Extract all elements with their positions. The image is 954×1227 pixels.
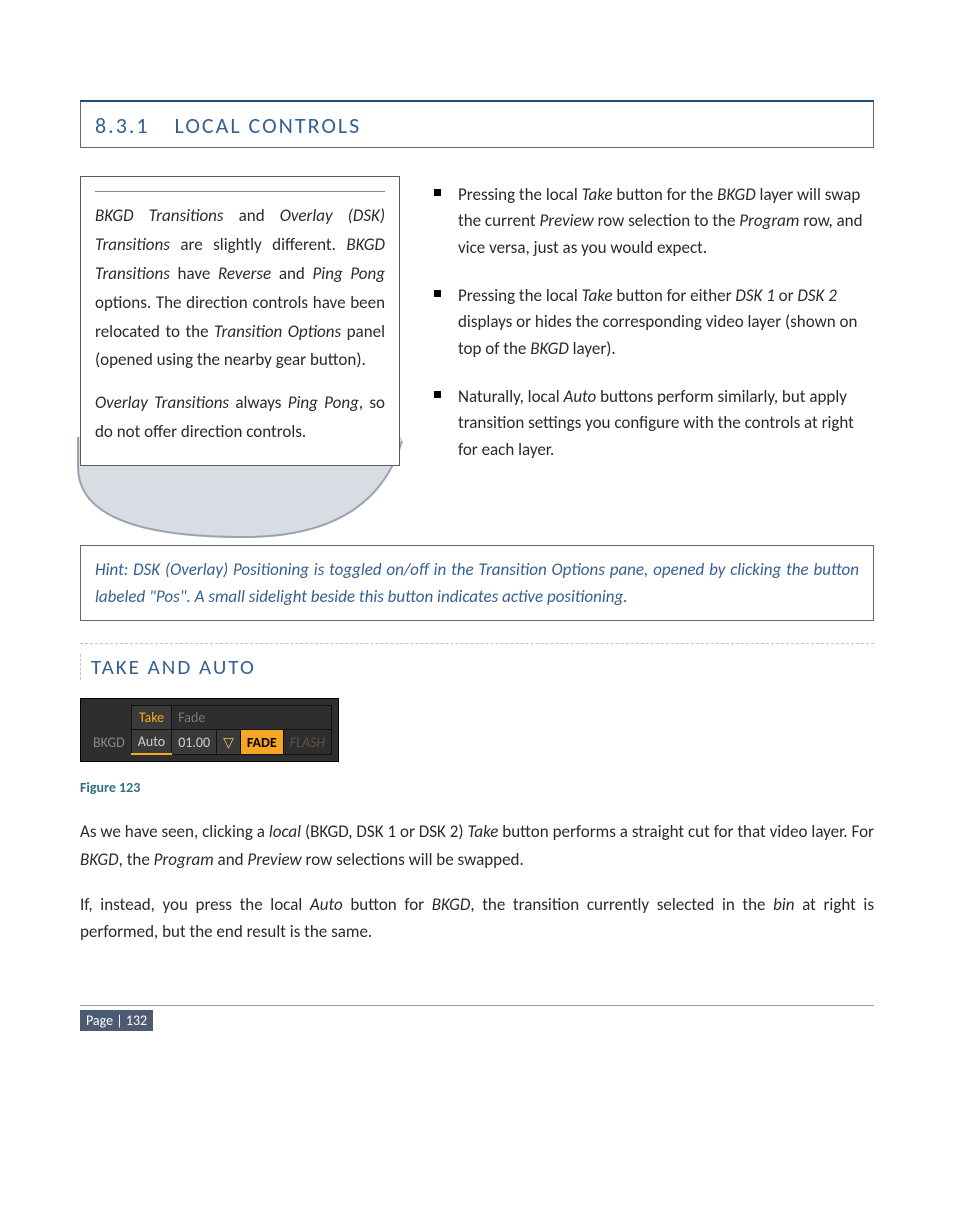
- subheading-region: TAKE AND AUTO: [80, 643, 874, 680]
- figure-ui: Take Fade BKGD Auto 01.00 ▽ FADE FLASH: [80, 698, 339, 762]
- callout-p1: BKGD Transitions and Overlay (DSK) Trans…: [95, 202, 385, 375]
- bullet-item: Pressing the local Take button for eithe…: [428, 283, 874, 362]
- bullet-list: Pressing the local Take button for the B…: [428, 182, 874, 463]
- fade-preset: FADE: [240, 730, 283, 755]
- subheading: TAKE AND AUTO: [80, 654, 874, 680]
- callout-rule: [95, 191, 385, 192]
- auto-button-label: Auto: [131, 730, 171, 755]
- hint-box: Hint: DSK (Overlay) Positioning is toggl…: [80, 545, 874, 621]
- table-row: Take Fade: [87, 706, 332, 730]
- two-column-layout: BKGD Transitions and Overlay (DSK) Trans…: [80, 176, 874, 485]
- section-number: 8.3.1: [95, 112, 150, 139]
- figure-cell-blank: [87, 706, 131, 730]
- body-paragraph: If, instead, you press the local Auto bu…: [80, 891, 874, 945]
- flash-preset: FLASH: [283, 730, 331, 755]
- page-number: Page | 132: [80, 1010, 153, 1031]
- bullet-list-region: Pressing the local Take button for the B…: [428, 176, 874, 485]
- body-paragraph: As we have seen, clicking a local (BKGD,…: [80, 818, 874, 872]
- bkgd-row-label: BKGD: [87, 730, 131, 755]
- fade-column-header: Fade: [172, 706, 332, 730]
- duration-value: 01.00: [172, 730, 217, 755]
- bullet-item: Pressing the local Take button for the B…: [428, 182, 874, 261]
- note-callout: BKGD Transitions and Overlay (DSK) Trans…: [80, 176, 400, 466]
- take-button-label: Take: [131, 706, 171, 730]
- bullet-item: Naturally, local Auto buttons perform si…: [428, 384, 874, 463]
- section-heading: 8.3.1 LOCAL CONTROLS: [80, 100, 874, 148]
- section-title: LOCAL CONTROLS: [175, 112, 362, 139]
- table-row: BKGD Auto 01.00 ▽ FADE FLASH: [87, 730, 332, 755]
- footer-rule: [80, 1005, 874, 1006]
- dropdown-icon: ▽: [217, 730, 241, 755]
- callout-p2: Overlay Transitions always Ping Pong, so…: [95, 389, 385, 447]
- figure-caption: Figure 123: [80, 779, 874, 796]
- figure-table: Take Fade BKGD Auto 01.00 ▽ FADE FLASH: [87, 705, 332, 755]
- callout-wrapper: BKGD Transitions and Overlay (DSK) Trans…: [80, 176, 400, 485]
